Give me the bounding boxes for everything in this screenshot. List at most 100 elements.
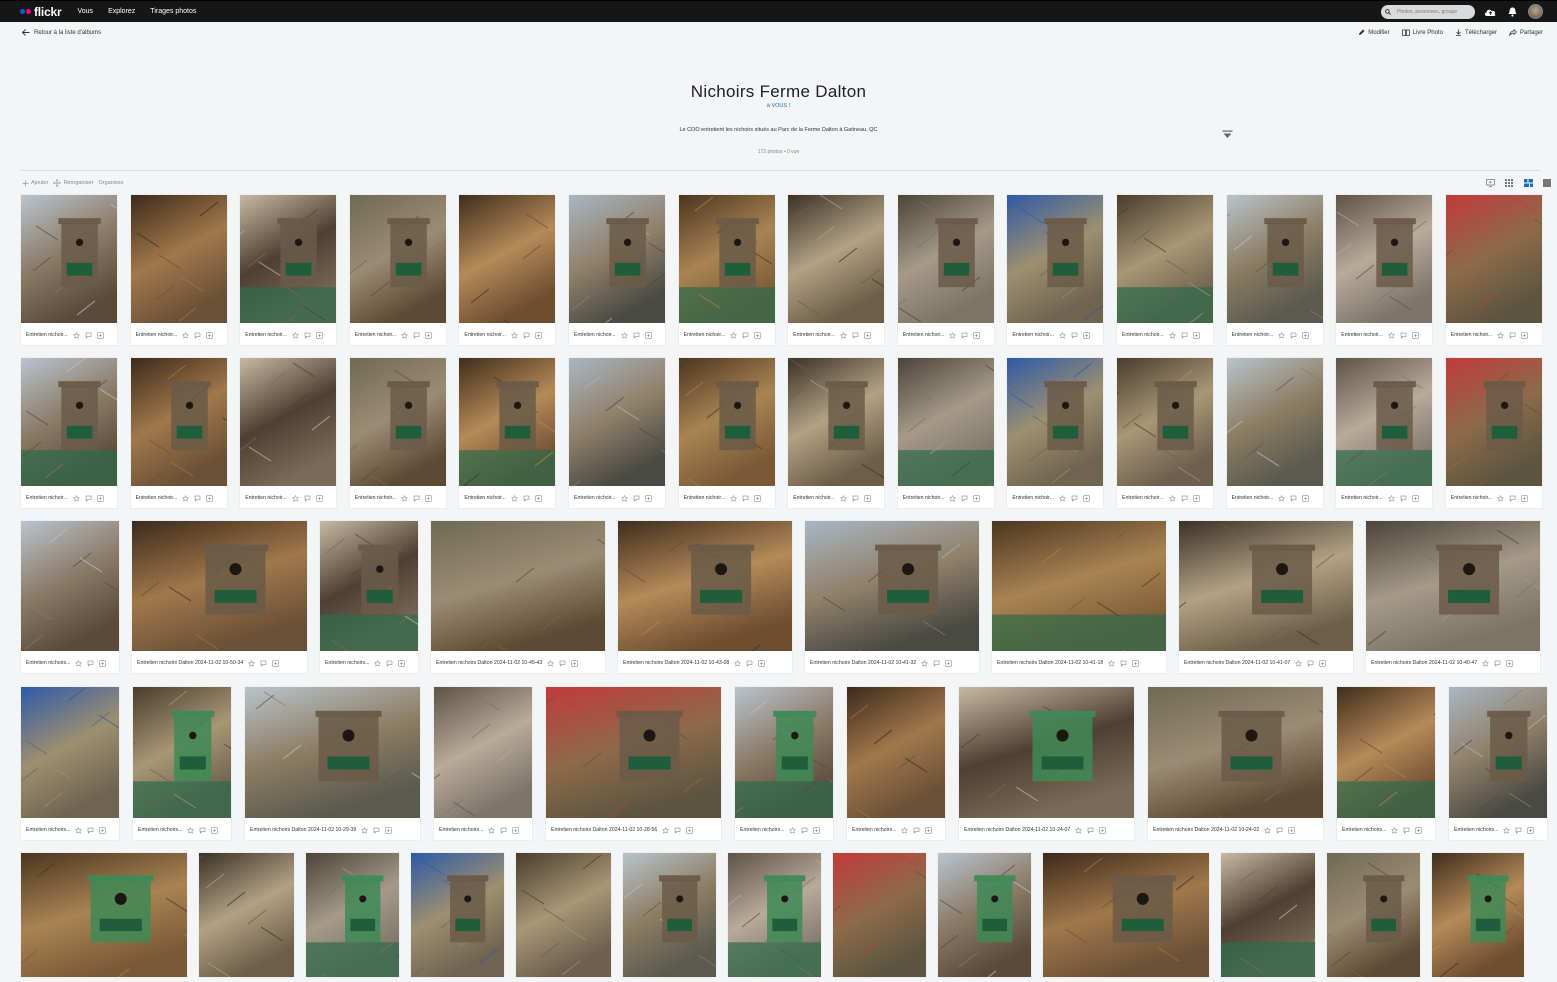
photo-title[interactable]: Entretien nichoirs Dalton 2024-11-02 10-… [1371, 660, 1477, 666]
comment-icon[interactable] [559, 660, 566, 667]
photo-thumbnail[interactable] [237, 358, 337, 491]
star-icon[interactable] [1075, 826, 1083, 834]
share-button[interactable]: Partager [1509, 29, 1543, 36]
photo-tile[interactable] [938, 853, 1037, 982]
star-icon[interactable] [662, 826, 670, 834]
star-icon[interactable] [1278, 331, 1286, 339]
photo-thumbnail[interactable] [125, 195, 227, 328]
photo-tile[interactable] [18, 853, 207, 982]
photo-tile[interactable]: Entretien nichoirs Dalton 2024-11-02 10-… [618, 521, 792, 673]
comment-icon[interactable] [852, 332, 859, 339]
photo-title[interactable]: Entretien nichoirs Dalton 2024-11-02 10-… [623, 660, 729, 666]
photo-thumbnail[interactable] [1204, 853, 1337, 982]
comment-icon[interactable] [500, 827, 507, 834]
comment-icon[interactable] [913, 827, 920, 834]
photo-tile[interactable]: Entretien nichoirs... [19, 686, 122, 840]
photo-title[interactable]: Entretien nichoir... [1122, 495, 1164, 501]
photo-thumbnail[interactable] [897, 358, 1008, 499]
photo-title[interactable]: Entretien nichoirs Dalton 2024-11-02 10-… [436, 660, 542, 666]
star-icon[interactable] [1278, 494, 1286, 502]
photo-tile[interactable]: Entretien nichoirs... [724, 687, 851, 840]
add-to-icon[interactable] [1412, 495, 1419, 502]
comment-icon[interactable] [1181, 495, 1188, 502]
photo-tile[interactable]: Entretien nichoir... [1100, 358, 1213, 508]
photo-title[interactable]: Entretien nichoirs... [852, 827, 896, 833]
search-input[interactable]: Photos, personnes, groupe [1381, 5, 1475, 19]
photo-tile[interactable]: Entretien nichoir... [672, 195, 794, 345]
photo-title[interactable]: Entretien nichoir... [1232, 495, 1274, 501]
photo-tile[interactable]: Entretien nichoir... [115, 358, 245, 508]
comment-icon[interactable] [961, 495, 968, 502]
star-icon[interactable] [620, 331, 628, 339]
flickr-logo[interactable]: flickr [20, 1, 62, 23]
add-to-icon[interactable] [1412, 332, 1419, 339]
photo-title[interactable]: Entretien nichoir... [1341, 332, 1383, 338]
photo-tile[interactable]: Entretien nichoirs... [1449, 687, 1547, 840]
nav-link-vous[interactable]: Vous [77, 8, 93, 15]
add-to-icon[interactable] [206, 332, 213, 339]
add-to-icon[interactable] [206, 495, 213, 502]
star-icon[interactable] [488, 826, 496, 834]
photo-thumbnail[interactable] [508, 853, 611, 982]
comment-icon[interactable] [1515, 827, 1522, 834]
photo-title[interactable]: Entretien nichoir... [355, 495, 397, 501]
photo-thumbnail[interactable] [115, 358, 245, 491]
add-to-icon[interactable] [425, 332, 432, 339]
photo-title[interactable]: Entretien nichoir... [1122, 332, 1164, 338]
comment-icon[interactable] [742, 495, 749, 502]
photo-tile[interactable]: Entretien nichoir... [1445, 358, 1547, 508]
comment-icon[interactable] [1071, 332, 1078, 339]
photo-thumbnail[interactable] [459, 358, 561, 491]
add-to-icon[interactable] [272, 660, 279, 667]
star-icon[interactable] [510, 331, 518, 339]
add-to-icon[interactable] [925, 827, 932, 834]
photo-thumbnail[interactable] [938, 853, 1037, 982]
photo-tile[interactable]: Entretien nichoir... [1007, 195, 1104, 345]
download-button[interactable]: Télécharger [1455, 29, 1497, 36]
comment-icon[interactable] [933, 660, 940, 667]
comment-icon[interactable] [961, 332, 968, 339]
photo-thumbnail[interactable] [618, 521, 792, 660]
add-to-icon[interactable] [1319, 660, 1326, 667]
photo-thumbnail[interactable] [672, 195, 794, 328]
photo-title[interactable]: Entretien nichoirs Dalton 2024-11-02 10-… [551, 827, 657, 833]
comment-icon[interactable] [633, 495, 640, 502]
comment-icon[interactable] [413, 332, 420, 339]
comment-icon[interactable] [1509, 332, 1516, 339]
comment-icon[interactable] [1087, 827, 1094, 834]
photo-thumbnail[interactable] [21, 521, 127, 656]
comment-icon[interactable] [1509, 495, 1516, 502]
photo-thumbnail[interactable] [118, 687, 247, 823]
photo-tile[interactable]: Entretien nichoirs Dalton 2024-11-02 10-… [805, 521, 979, 673]
star-icon[interactable] [510, 494, 518, 502]
grid-large-icon[interactable] [1542, 178, 1552, 188]
star-icon[interactable] [1482, 659, 1490, 667]
comment-icon[interactable] [1403, 827, 1410, 834]
star-icon[interactable] [361, 826, 369, 834]
add-to-icon[interactable] [864, 495, 871, 502]
photo-title[interactable]: Entretien nichoir... [1232, 332, 1274, 338]
photo-tile[interactable] [306, 853, 420, 982]
photo-tile[interactable]: Entretien nichoir... [784, 357, 885, 508]
photo-tile[interactable]: Entretien nichoirs Dalton 2024-11-02 10-… [113, 521, 307, 673]
photo-title[interactable]: Entretien nichoir... [355, 332, 397, 338]
star-icon[interactable] [839, 331, 847, 339]
edit-button[interactable]: Modifier [1358, 29, 1390, 36]
comment-icon[interactable] [746, 660, 753, 667]
reorder-button[interactable]: Réorganiser [53, 179, 93, 187]
photo-tile[interactable]: Entretien nichoir... [662, 358, 784, 508]
photo-tile[interactable]: Entretien nichoir... [1211, 195, 1333, 345]
photo-tile[interactable]: Entretien nichoir... [348, 195, 449, 345]
photo-thumbnail[interactable] [784, 357, 885, 491]
photo-thumbnail[interactable] [1007, 195, 1104, 328]
photo-thumbnail[interactable] [535, 687, 721, 823]
photo-title[interactable]: Entretien nichoir... [903, 495, 945, 501]
photo-tile[interactable] [821, 852, 938, 977]
photo-thumbnail[interactable] [404, 853, 504, 982]
star-icon[interactable] [182, 494, 190, 502]
photo-tile[interactable]: Entretien nichoir... [1223, 358, 1323, 508]
comment-icon[interactable] [742, 332, 749, 339]
photo-tile[interactable] [1312, 853, 1420, 982]
comment-icon[interactable] [87, 827, 94, 834]
add-to-icon[interactable] [425, 495, 432, 502]
